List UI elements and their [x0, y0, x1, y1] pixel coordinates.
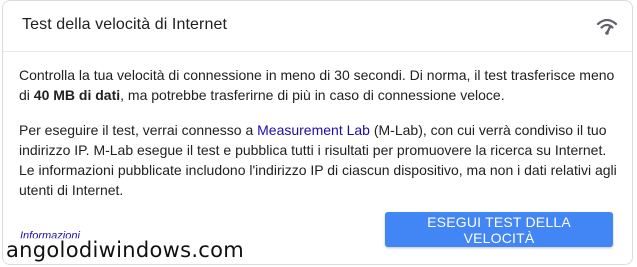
intro-text-end: , ma potrebbe trasferirne di più in caso…	[120, 87, 505, 103]
card-header: Test della velocità di Internet	[3, 1, 632, 52]
data-amount: 40 MB di dati	[33, 87, 121, 103]
privacy-paragraph: Per eseguire il test, verrai connesso a …	[19, 120, 619, 200]
privacy-text-start: Per eseguire il test, verrai connesso a	[19, 122, 258, 138]
speed-test-card: Test della velocità di Internet Controll…	[2, 0, 633, 265]
intro-paragraph: Controlla la tua velocità di connessione…	[19, 65, 619, 105]
measurement-lab-link[interactable]: Measurement Lab	[257, 122, 370, 138]
watermark-text: angolodiwindows.com	[4, 238, 247, 262]
speed-test-wifi-icon	[596, 18, 618, 35]
card-title: Test della velocità di Internet	[22, 16, 227, 33]
run-speed-test-button[interactable]: ESEGUI TEST DELLA VELOCITÀ	[385, 212, 613, 247]
